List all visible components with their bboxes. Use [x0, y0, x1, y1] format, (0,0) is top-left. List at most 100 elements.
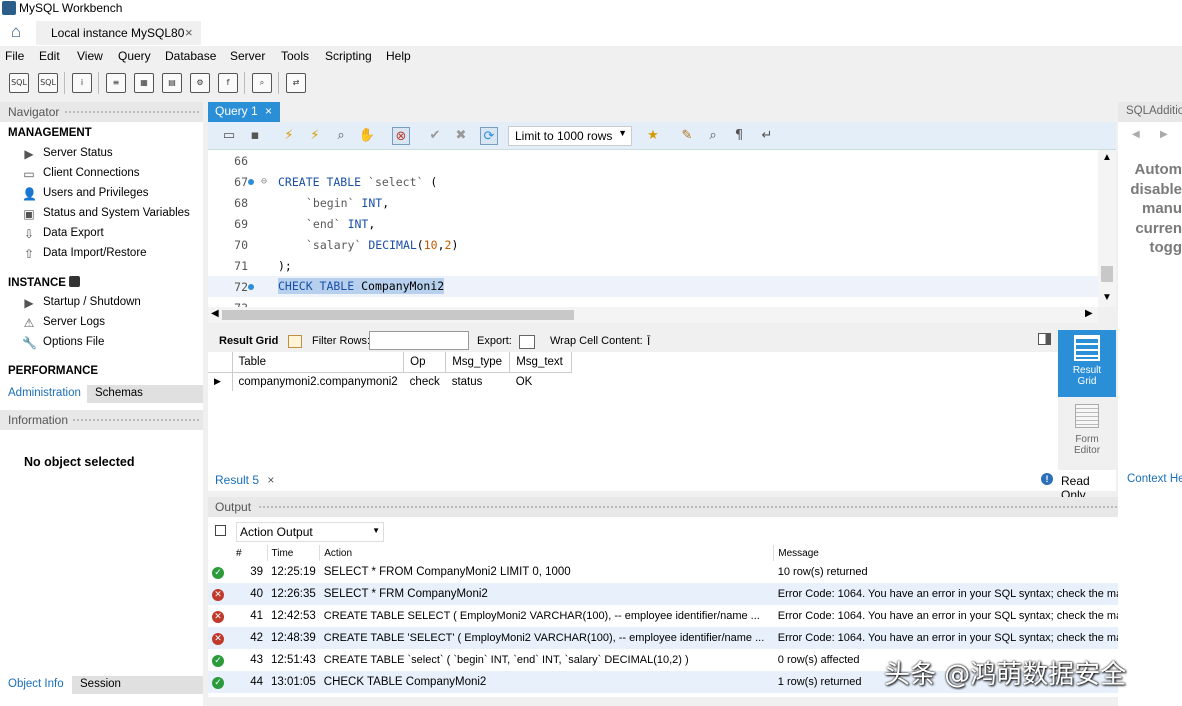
scroll-left-icon[interactable]: ◀: [211, 308, 219, 319]
open-file-icon[interactable]: ▭: [220, 127, 238, 145]
output-mode-select[interactable]: Action Output ▼: [236, 522, 384, 542]
row-pointer-icon[interactable]: ▶: [208, 372, 233, 391]
home-icon[interactable]: ⌂: [5, 22, 27, 42]
result-cell[interactable]: status: [446, 372, 510, 391]
scroll-thumb[interactable]: [1101, 266, 1113, 282]
limit-rows-select[interactable]: Limit to 1000 rows ▼: [508, 126, 632, 146]
result-cell[interactable]: check: [404, 372, 446, 391]
query-toolbar: ▭ ▪ ⚡ ⚡ ⌕ ✋ ⊗ ✔ ✖ ⟳ Limit to 1000 rows ▼…: [208, 122, 1116, 150]
menu-scripting[interactable]: Scripting: [325, 49, 372, 63]
open-sql-script-icon[interactable]: SQL: [38, 73, 58, 93]
new-sql-tab-icon[interactable]: SQL: [9, 73, 29, 93]
create-procedure-icon[interactable]: ⚙: [190, 73, 210, 93]
management-heading: MANAGEMENT: [8, 127, 92, 139]
grid-icon[interactable]: [288, 335, 302, 348]
copy-icon[interactable]: [215, 525, 226, 536]
scroll-right-icon[interactable]: ▶: [1085, 308, 1093, 319]
tab-object-info[interactable]: Object Info: [0, 676, 72, 694]
menu-query[interactable]: Query: [118, 49, 151, 63]
line-number: 71: [234, 259, 248, 273]
rollback-icon[interactable]: ✖: [452, 127, 470, 145]
output-row[interactable]: ✕ 40 12:26:35 SELECT * FRM CompanyMoni2 …: [208, 583, 1182, 605]
tab-administration[interactable]: Administration: [0, 385, 87, 403]
menu-help[interactable]: Help: [386, 49, 411, 63]
autocommit-icon[interactable]: ⟳: [480, 127, 498, 145]
add-snippet-icon[interactable]: ★: [644, 127, 662, 145]
reconnect-icon[interactable]: ⇄: [286, 73, 306, 93]
scroll-up-icon[interactable]: ▲: [1102, 152, 1112, 163]
explain-icon[interactable]: ⌕: [332, 127, 350, 145]
menu-database[interactable]: Database: [165, 49, 216, 63]
client-connections-icon: ▭: [23, 167, 35, 181]
stop-icon[interactable]: ✋: [358, 127, 376, 145]
create-function-icon[interactable]: f: [218, 73, 238, 93]
create-table-icon[interactable]: ▦: [134, 73, 154, 93]
invisible-chars-icon[interactable]: ¶: [730, 127, 748, 145]
inspector-icon[interactable]: i: [72, 73, 92, 93]
menu-server[interactable]: Server: [230, 49, 265, 63]
toggle-panel-icon[interactable]: [1038, 333, 1051, 345]
result-tab[interactable]: Result 5 ×: [215, 473, 274, 487]
toolbar-separator: [64, 72, 65, 94]
execute-current-icon[interactable]: ⚡: [306, 127, 324, 145]
tab-schemas[interactable]: Schemas: [87, 385, 203, 403]
help-line: Autom: [1134, 161, 1182, 178]
code-keyword: CHECK TABLE: [278, 279, 355, 293]
column-header[interactable]: Op: [403, 352, 447, 373]
close-icon[interactable]: ×: [185, 25, 193, 40]
menu-edit[interactable]: Edit: [39, 49, 60, 63]
result-tab-label: Result 5: [215, 473, 260, 487]
scroll-down-icon[interactable]: ▼: [1102, 292, 1112, 303]
close-icon[interactable]: ×: [267, 473, 274, 487]
column-header[interactable]: Table: [232, 352, 405, 373]
back-icon[interactable]: ◀: [1132, 129, 1140, 140]
close-icon[interactable]: ×: [265, 104, 272, 118]
code-identifier: `select`: [368, 175, 424, 189]
column-header[interactable]: Msg_text: [509, 352, 573, 373]
result-table: Table Op Msg_type Msg_text ▶ companymoni…: [208, 352, 573, 391]
commit-icon[interactable]: ✔: [426, 127, 444, 145]
execute-icon[interactable]: ⚡: [280, 127, 298, 145]
toggle-errors-icon[interactable]: ⊗: [392, 127, 410, 145]
wrap-cell-icon[interactable]: Ī: [647, 335, 650, 348]
scroll-thumb[interactable]: [222, 310, 574, 320]
export-icon[interactable]: [519, 335, 535, 349]
editor-vertical-scrollbar[interactable]: ▲ ▼: [1098, 150, 1116, 307]
fold-icon[interactable]: ⊖: [261, 176, 267, 187]
connection-tab[interactable]: Local instance MySQL80 ×: [36, 21, 201, 45]
menu-tools[interactable]: Tools: [281, 49, 309, 63]
beautify-icon[interactable]: ✎: [678, 127, 696, 145]
result-grid-button[interactable]: Result Grid: [1058, 330, 1116, 397]
column-header[interactable]: #: [232, 545, 268, 561]
forward-icon[interactable]: ▶: [1160, 129, 1168, 140]
result-cell[interactable]: OK: [510, 372, 572, 391]
output-row[interactable]: ✕ 42 12:48:39 CREATE TABLE 'SELECT' ( Em…: [208, 627, 1182, 649]
save-icon[interactable]: ▪: [246, 127, 264, 145]
wrap-lines-icon[interactable]: ↵: [758, 127, 776, 145]
menu-file[interactable]: File: [5, 49, 24, 63]
column-header[interactable]: Action: [319, 545, 775, 561]
query-tab[interactable]: Query 1 ×: [208, 102, 280, 122]
find-icon[interactable]: ⌕: [704, 127, 722, 145]
tab-session[interactable]: Session: [72, 676, 203, 694]
wrench-icon: 🔧: [22, 336, 37, 350]
filter-rows-input[interactable]: [369, 331, 469, 350]
create-view-icon[interactable]: ▤: [162, 73, 182, 93]
context-help-text: Autom disable manu curren togg: [1118, 160, 1182, 258]
output-row[interactable]: ✓ 39 12:25:19 SELECT * FROM CompanyMoni2…: [208, 561, 1182, 583]
menu-view[interactable]: View: [77, 49, 103, 63]
search-table-data-icon[interactable]: ⌕: [252, 73, 272, 93]
create-schema-icon[interactable]: ≡: [106, 73, 126, 93]
column-header[interactable]: Time: [267, 545, 321, 561]
result-cell[interactable]: companymoni2.companymoni2: [232, 372, 404, 391]
sql-editor[interactable]: 66 67 ⊖ CREATE TABLE `select` ( 68 `begi…: [208, 150, 1116, 307]
instance-settings-icon[interactable]: [69, 276, 81, 287]
output-row[interactable]: ✕ 41 12:42:53 CREATE TABLE SELECT ( Empl…: [208, 605, 1182, 627]
tab-context-help[interactable]: Context Help: [1127, 473, 1182, 485]
performance-heading: PERFORMANCE: [8, 365, 99, 377]
editor-horizontal-scrollbar[interactable]: ◀ ▶: [208, 307, 1098, 323]
nav-item-label: Users and Privileges: [43, 187, 149, 199]
connection-tab-strip: ⌂ Local instance MySQL80 ×: [0, 18, 1182, 46]
form-editor-button[interactable]: Form Editor: [1058, 400, 1116, 466]
column-header[interactable]: Msg_type: [445, 352, 511, 373]
